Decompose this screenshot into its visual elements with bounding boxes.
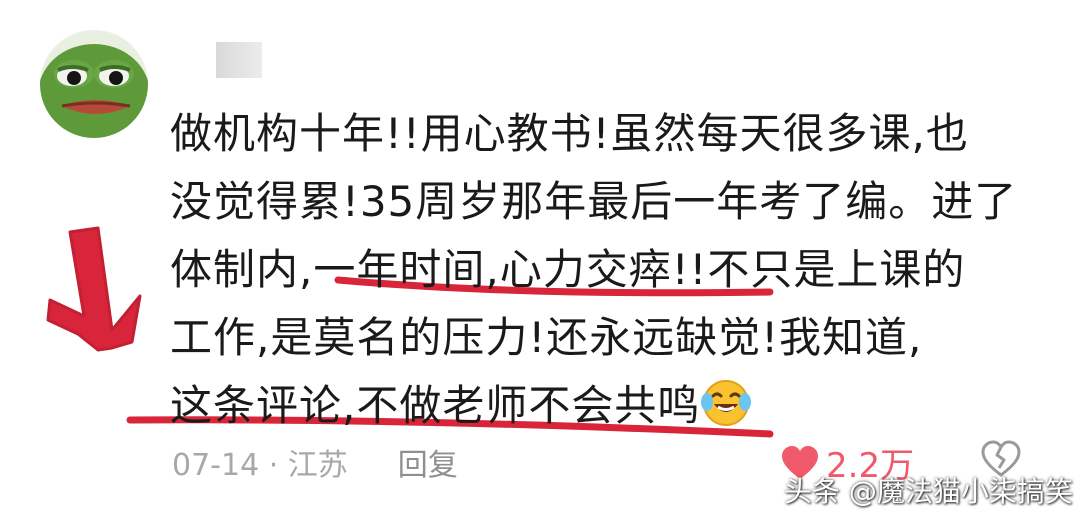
username-redacted[interactable] xyxy=(216,42,262,78)
laughing-crying-emoji-icon xyxy=(701,380,752,426)
reply-button[interactable]: 回复 xyxy=(398,440,458,484)
comment-line-text: 这条评论,不做老师不会共鸣 xyxy=(170,381,701,430)
comment-line: 做机构十年!!用心教书!虽然每天很多课,也 xyxy=(170,109,969,158)
frog-avatar-icon xyxy=(40,30,148,138)
watermark: 头条 @魔法猫小柒搞笑 xyxy=(784,475,1073,508)
date-location: 07-14 · 江苏 xyxy=(172,448,348,483)
avatar[interactable] xyxy=(40,30,148,138)
comment-text: 做机构十年!!用心教书!虽然每天很多课,也 没觉得累!35周岁那年最后一年考了编… xyxy=(170,100,1050,440)
comment-line: 体制内,一年时间,心力交瘁!!不只是上课的 xyxy=(170,245,966,294)
comment-line: 工作,是莫名的压力!还永远缺觉!我知道, xyxy=(170,313,923,362)
comment-meta: 07-14 · 江苏 回复 xyxy=(172,440,458,484)
red-arrow-icon xyxy=(46,226,142,352)
comment-line: 没觉得累!35周岁那年最后一年考了编。进了 xyxy=(170,177,1018,226)
comment-line-last: 这条评论,不做老师不会共鸣 xyxy=(170,372,1050,440)
